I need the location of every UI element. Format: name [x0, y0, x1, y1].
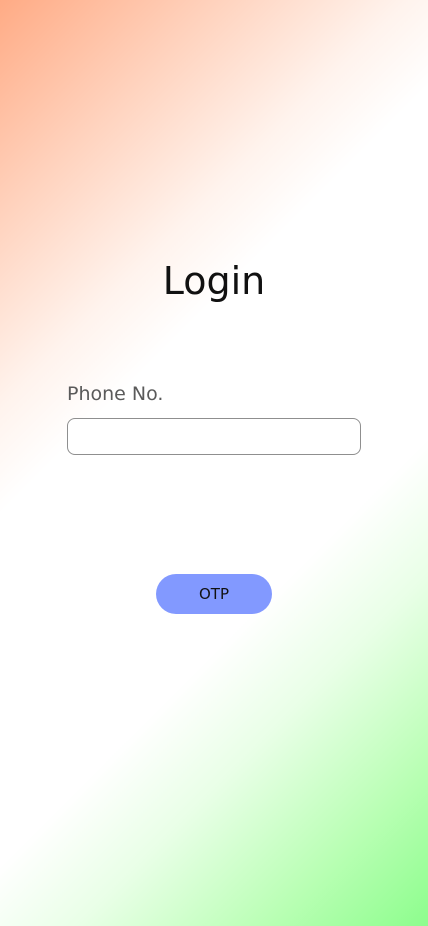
login-screen: Login Phone No. OTP: [0, 0, 428, 926]
otp-button[interactable]: OTP: [156, 574, 272, 614]
phone-input[interactable]: [67, 418, 361, 455]
phone-label: Phone No.: [67, 383, 164, 405]
page-title: Login: [162, 259, 266, 303]
